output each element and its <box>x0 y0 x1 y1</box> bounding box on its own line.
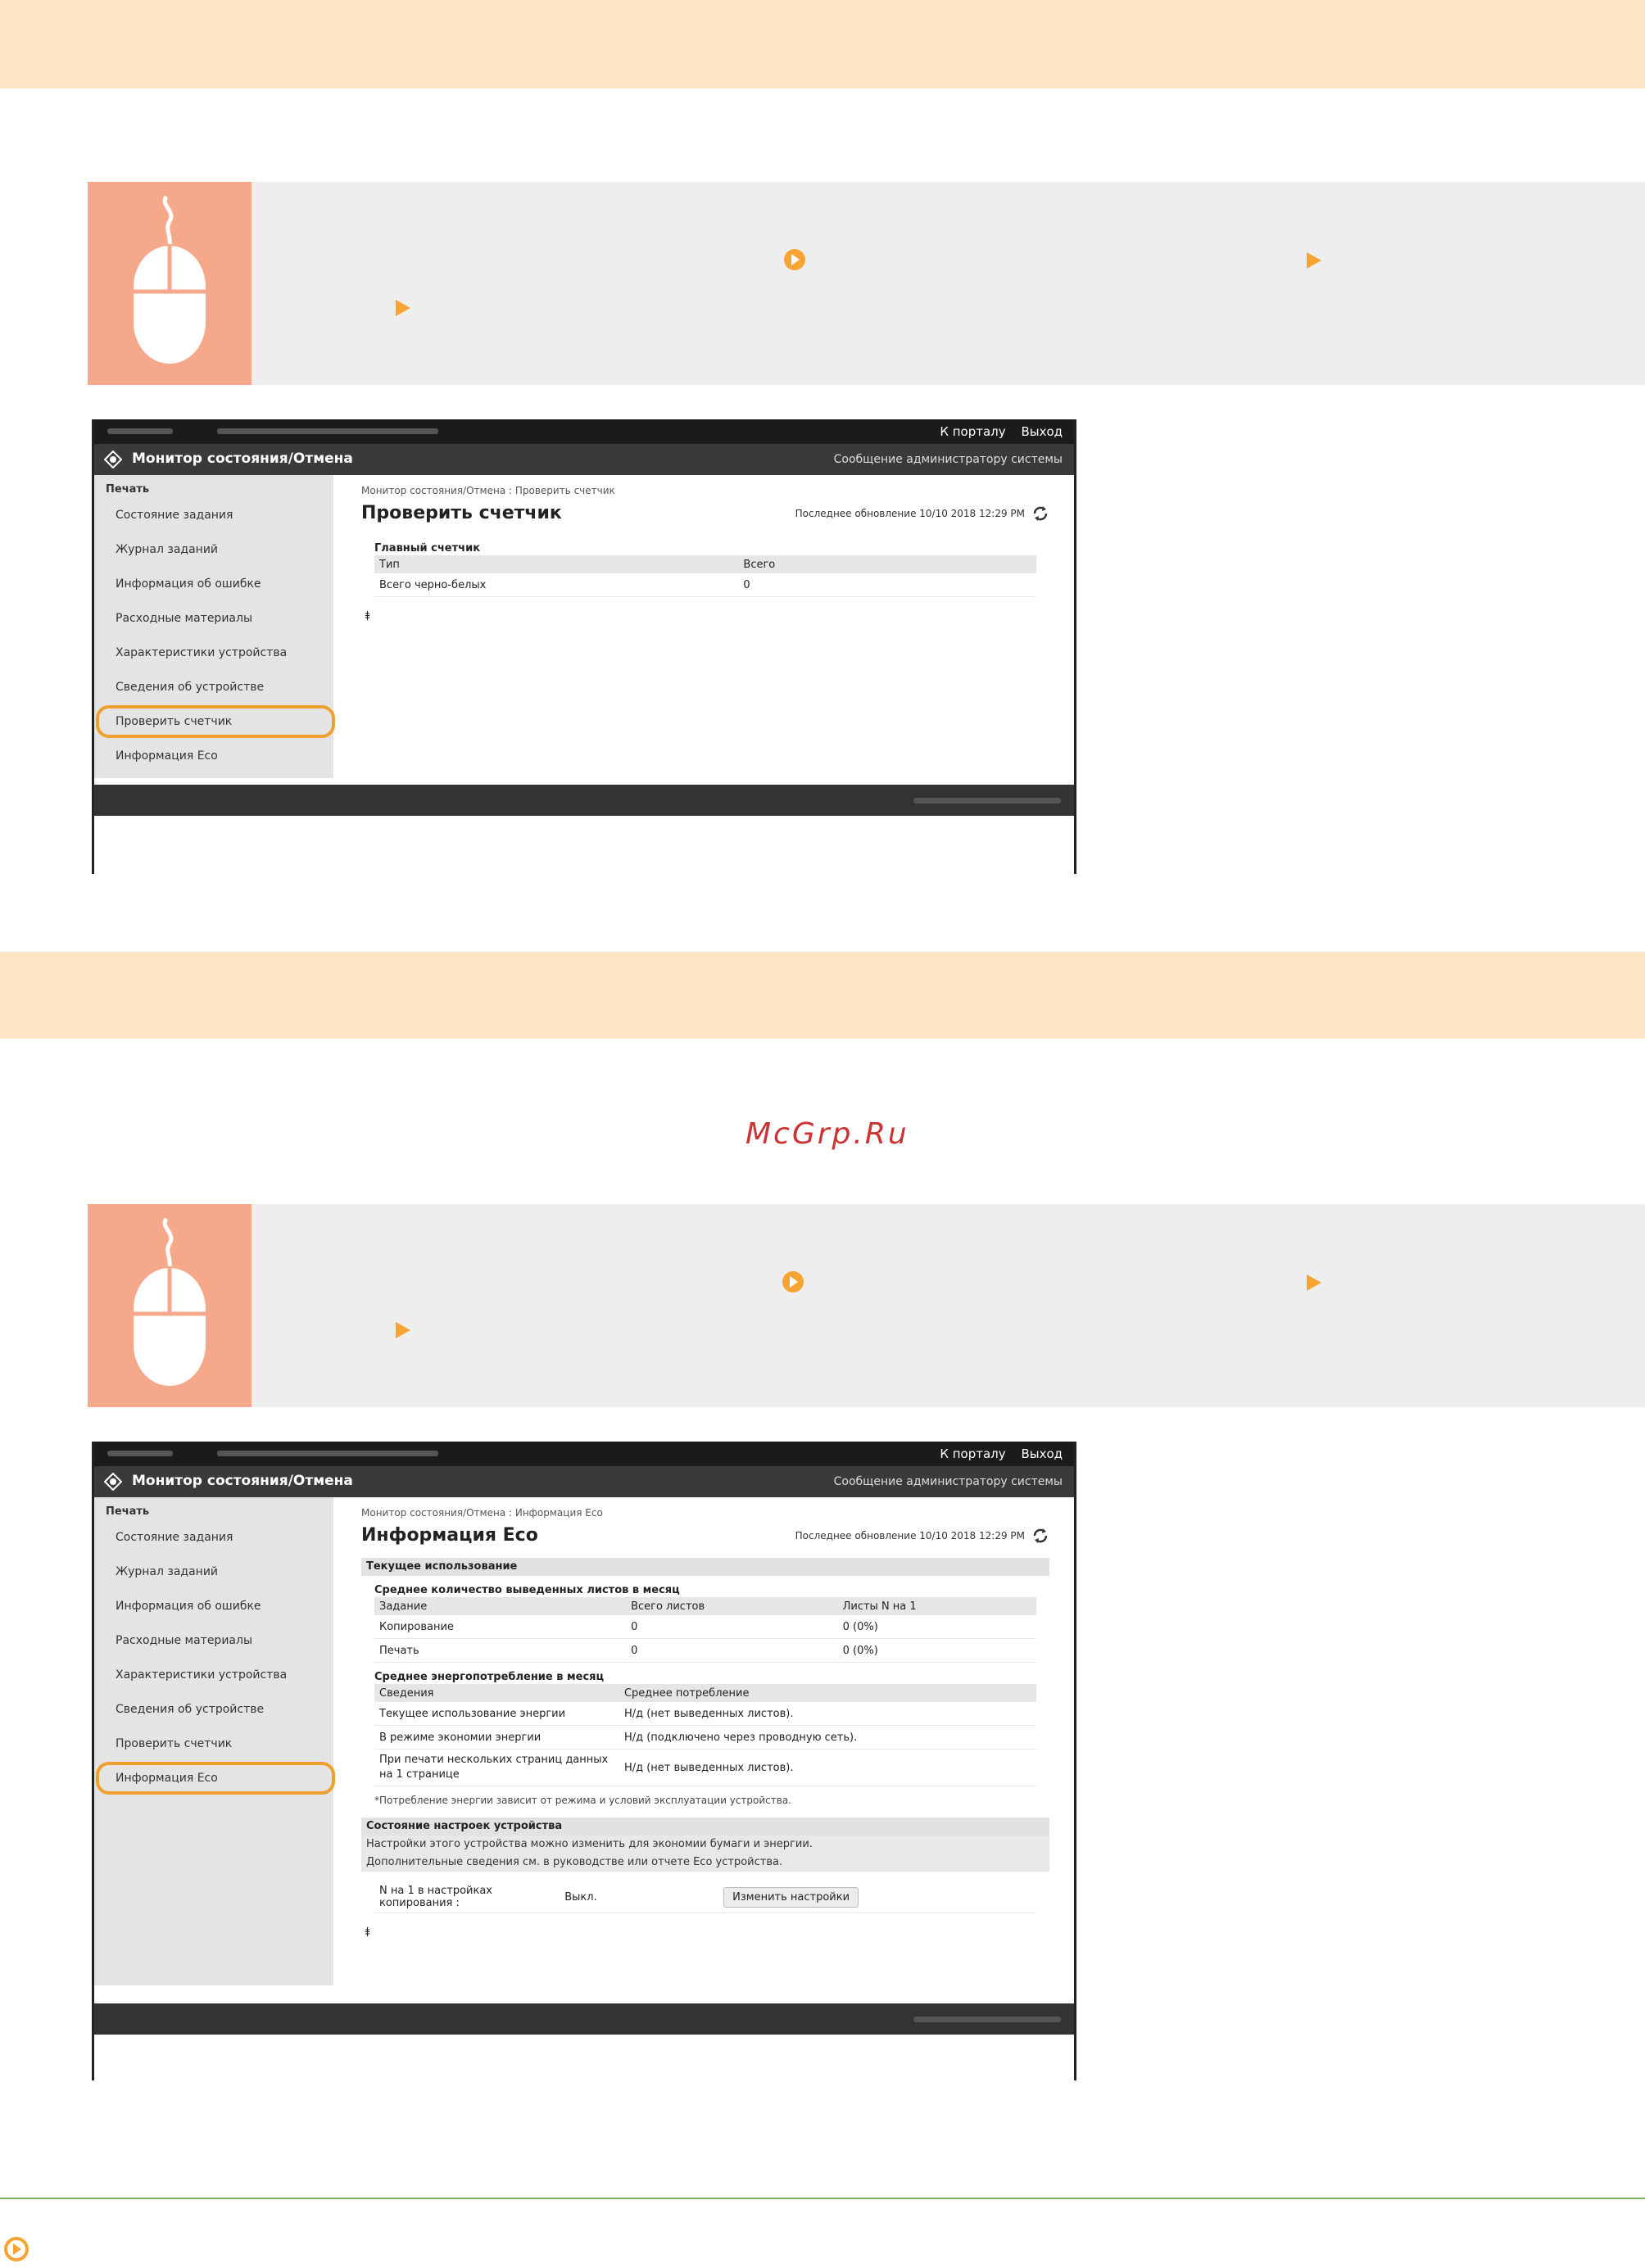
refresh-icon[interactable] <box>1031 1527 1049 1545</box>
last-updated: Последнее обновление 10/10 2018 12:29 PM <box>795 508 1025 519</box>
logout-link[interactable]: Выход <box>1021 424 1063 439</box>
sidebar-item-error-info[interactable]: Информация об ошибке <box>94 1589 333 1623</box>
title-bar: Монитор состояния/Отмена Сообщение админ… <box>94 1466 1074 1497</box>
counter-table: Тип Всего Всего черно-белых 0 <box>374 555 1036 597</box>
arrow-right-icon <box>396 300 410 316</box>
header-band <box>0 952 1645 1039</box>
sidebar-item-eco-info[interactable]: Информация Eco <box>94 739 333 773</box>
footer-rule <box>0 2198 1645 2199</box>
back-to-top-icon[interactable]: ⯒ <box>365 1923 1049 1945</box>
screenshot-eco-info: К порталу Выход Монитор состояния/Отмена… <box>92 1442 1076 2080</box>
page-title: Информация Eco <box>361 1525 538 1546</box>
sidebar-item-job-status[interactable]: Состояние задания <box>94 498 333 532</box>
watermark: McGrp.Ru <box>745 1117 909 1151</box>
table-row: В режиме экономии энергии Н/д (подключен… <box>374 1725 1036 1750</box>
column-header: Всего <box>738 555 1036 573</box>
top-bar: К порталу Выход <box>94 1442 1074 1466</box>
app-title: Монитор состояния/Отмена <box>132 450 353 467</box>
setting-label: N на 1 в настройках копирования : <box>374 1881 560 1913</box>
logout-link[interactable]: Выход <box>1021 1446 1063 1461</box>
sidebar-item-job-status[interactable]: Состояние задания <box>94 1520 333 1555</box>
arrow-circle-icon <box>4 2237 29 2261</box>
table-row: N на 1 в настройках копирования : Выкл. … <box>374 1881 1036 1913</box>
sidebar-item-check-counter[interactable]: Проверить счетчик <box>94 704 335 739</box>
sidebar-item-eco-info[interactable]: Информация Eco <box>94 1761 335 1795</box>
back-to-top-icon[interactable]: ⯒ <box>365 607 1049 629</box>
sidebar-item-device-info[interactable]: Сведения об устройстве <box>94 670 333 704</box>
mouse-icon <box>134 1217 206 1386</box>
change-settings-button[interactable]: Изменить настройки <box>723 1886 859 1908</box>
last-updated: Последнее обновление 10/10 2018 12:29 PM <box>795 1530 1025 1541</box>
column-header: Тип <box>374 555 739 573</box>
footer-bar <box>94 2003 1074 2035</box>
page-title: Проверить счетчик <box>361 503 562 523</box>
canon-logo-icon <box>104 1473 122 1491</box>
mouse-panel <box>88 182 252 385</box>
step-box-2 <box>88 1204 1645 1407</box>
arrow-right-icon <box>1307 1274 1321 1291</box>
setting-value: Выкл. <box>560 1881 719 1913</box>
sidebar-item-job-log[interactable]: Журнал заданий <box>94 532 333 567</box>
subsection-sheets: Среднее количество выведенных листов в м… <box>374 1584 680 1596</box>
table-row: Печать 0 0 (0%) <box>374 1638 1036 1663</box>
column-header: Задание <box>374 1597 627 1615</box>
section-device-settings: Состояние настроек устройства <box>361 1818 1049 1836</box>
main-content: Монитор состояния/Отмена : Проверить сче… <box>333 475 1074 629</box>
section-main-counter: Главный счетчик <box>374 542 481 555</box>
column-header: Листы N на 1 <box>837 1597 1036 1615</box>
sidebar-item-consumables[interactable]: Расходные материалы <box>94 601 333 636</box>
energy-table: Сведения Среднее потребление Текущее исп… <box>374 1684 1036 1786</box>
mouse-panel <box>88 1204 252 1407</box>
portal-link[interactable]: К порталу <box>940 1446 1005 1461</box>
canon-logo-icon <box>104 450 122 469</box>
arrow-circle-icon <box>782 1271 804 1292</box>
arrow-circle-icon <box>784 249 805 270</box>
energy-note: *Потребление энергии зависит от режима и… <box>374 1795 791 1806</box>
main-content: Монитор состояния/Отмена : Информация Ec… <box>333 1497 1074 1945</box>
footer-bar <box>94 785 1074 816</box>
breadcrumb: Монитор состояния/Отмена : Проверить сче… <box>361 485 615 496</box>
column-header: Среднее потребление <box>619 1684 1036 1702</box>
sidebar-heading: Печать <box>106 1505 150 1518</box>
portal-link[interactable]: К порталу <box>940 424 1005 439</box>
admin-message-link[interactable]: Сообщение администратору системы <box>834 453 1063 466</box>
sidebar-item-job-log[interactable]: Журнал заданий <box>94 1555 333 1589</box>
subsection-energy: Среднее энергопотребление в месяц <box>374 1671 605 1683</box>
table-row: При печати нескольких страниц данных на … <box>374 1749 1036 1786</box>
sidebar: Печать Состояние задания Журнал заданий … <box>94 475 335 778</box>
arrow-right-icon <box>396 1322 410 1338</box>
sidebar: Печать Состояние задания Журнал заданий … <box>94 1497 335 1985</box>
arrow-right-icon <box>1307 252 1321 269</box>
sidebar-item-check-counter[interactable]: Проверить счетчик <box>94 1727 333 1761</box>
header-band <box>0 0 1645 88</box>
step-box-1 <box>88 182 1645 385</box>
mouse-icon <box>134 195 206 364</box>
top-bar: К порталу Выход <box>94 419 1074 444</box>
admin-message-link[interactable]: Сообщение администратору системы <box>834 1475 1063 1488</box>
settings-description-1: Настройки этого устройства можно изменит… <box>361 1836 1049 1854</box>
refresh-icon[interactable] <box>1031 505 1049 523</box>
sidebar-item-consumables[interactable]: Расходные материалы <box>94 1623 333 1658</box>
app-title: Монитор состояния/Отмена <box>132 1473 353 1489</box>
section-current-usage: Текущее использование <box>361 1558 1049 1576</box>
title-bar: Монитор состояния/Отмена Сообщение админ… <box>94 444 1074 475</box>
sidebar-item-device-features[interactable]: Характеристики устройства <box>94 636 333 670</box>
sidebar-item-error-info[interactable]: Информация об ошибке <box>94 567 333 601</box>
sidebar-heading: Печать <box>106 483 150 496</box>
table-row: Текущее использование энергии Н/д (нет в… <box>374 1702 1036 1726</box>
breadcrumb: Монитор состояния/Отмена : Информация Ec… <box>361 1507 603 1519</box>
sheets-table: Задание Всего листов Листы N на 1 Копиро… <box>374 1597 1036 1663</box>
column-header: Сведения <box>374 1684 619 1702</box>
table-row: Всего черно-белых 0 <box>374 573 1036 597</box>
table-row: Копирование 0 0 (0%) <box>374 1615 1036 1639</box>
settings-description-2: Дополнительные сведения см. в руководств… <box>361 1854 1049 1872</box>
sidebar-item-device-features[interactable]: Характеристики устройства <box>94 1658 333 1692</box>
sidebar-item-device-info[interactable]: Сведения об устройстве <box>94 1692 333 1727</box>
screenshot-check-counter: К порталу Выход Монитор состояния/Отмена… <box>92 419 1076 874</box>
column-header: Всего листов <box>626 1597 838 1615</box>
settings-table: N на 1 в настройках копирования : Выкл. … <box>374 1881 1036 1913</box>
